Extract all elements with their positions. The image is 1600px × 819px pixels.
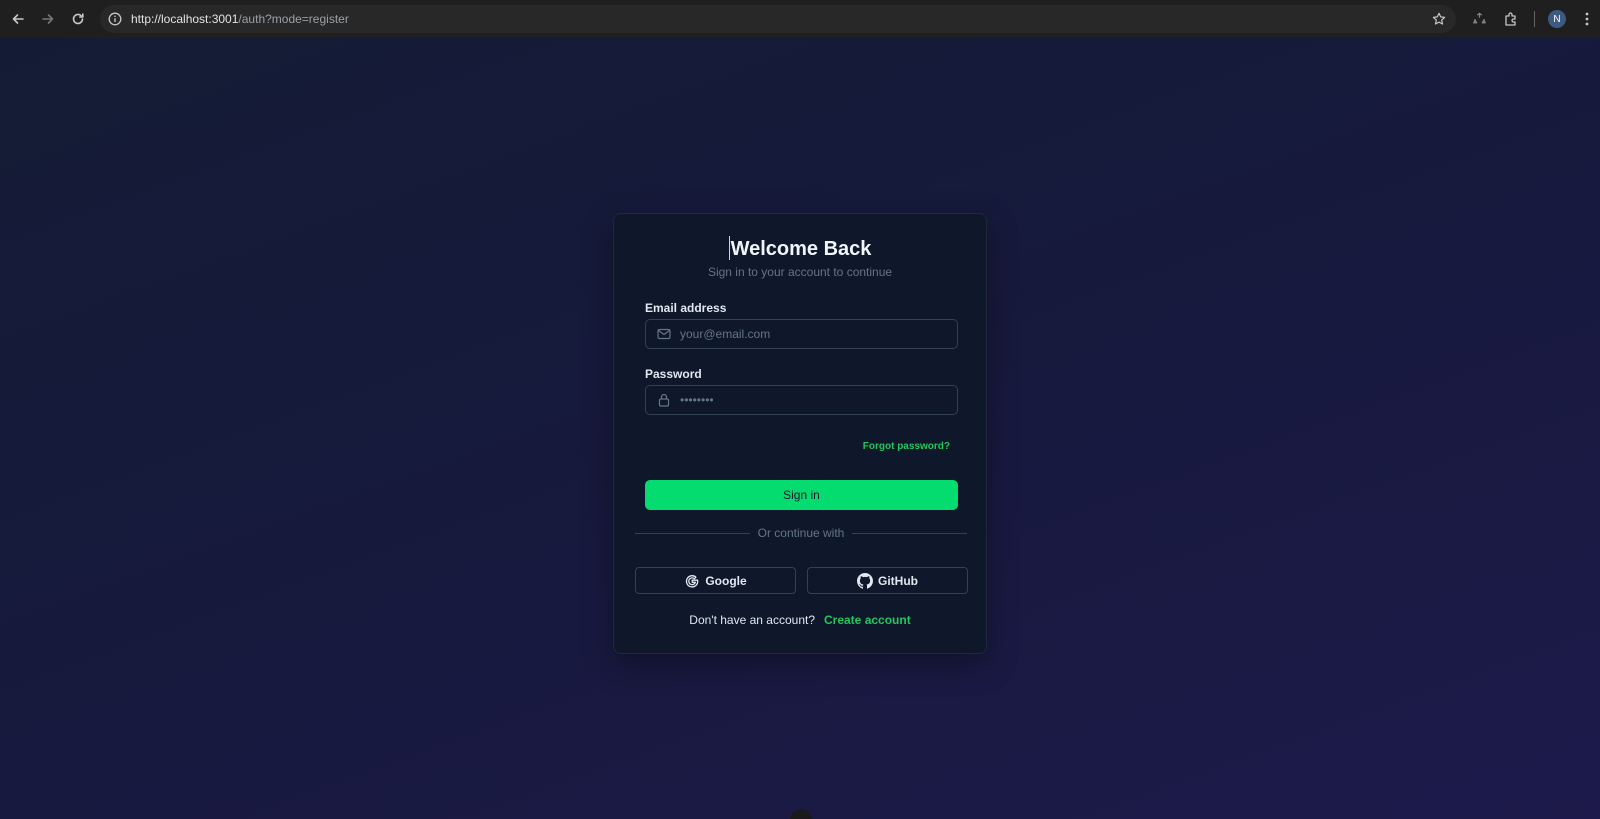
text-caret [728, 236, 730, 260]
browser-toolbar: http://localhost:3001/auth?mode=register… [0, 0, 1600, 38]
signup-prompt: Don't have an account? Create account [614, 613, 986, 627]
toolbar-separator [1534, 11, 1535, 27]
password-field[interactable] [680, 388, 950, 412]
github-label: GitHub [878, 573, 918, 588]
create-account-link[interactable]: Create account [824, 613, 911, 627]
github-icon [857, 572, 873, 589]
password-label: Password [645, 367, 702, 381]
extensions-icon[interactable] [1497, 5, 1525, 33]
github-signin-button[interactable]: GitHub [807, 567, 968, 594]
divider-line-right [852, 532, 967, 534]
password-field-wrapper[interactable] [645, 385, 958, 415]
forward-icon[interactable] [33, 4, 63, 34]
or-divider: Or continue with [635, 525, 967, 541]
login-card: Welcome Back Sign in to your account to … [613, 213, 987, 654]
url-text: http://localhost:3001/auth?mode=register [131, 12, 349, 26]
page-background: Welcome Back Sign in to your account to … [0, 38, 1600, 819]
profile-avatar[interactable]: N [1548, 10, 1566, 28]
kebab-menu-icon[interactable] [1576, 5, 1598, 33]
url-path: /auth?mode=register [238, 12, 349, 26]
reload-icon[interactable] [63, 4, 93, 34]
divider-line-left [635, 532, 750, 534]
lock-icon [656, 392, 672, 408]
email-label: Email address [645, 301, 727, 315]
title-text: Welcome Back [730, 238, 872, 260]
address-bar[interactable]: http://localhost:3001/auth?mode=register [100, 5, 1456, 33]
email-field[interactable] [680, 322, 950, 346]
subtitle: Sign in to your account to continue [707, 265, 893, 279]
google-label: Google [705, 573, 747, 588]
email-field-wrapper[interactable] [645, 319, 958, 349]
url-host: http://localhost:3001 [131, 12, 239, 26]
mail-icon [656, 326, 672, 342]
google-signin-button[interactable]: Google [635, 567, 796, 594]
google-icon [684, 573, 700, 589]
bookmark-star-icon[interactable] [1432, 12, 1446, 31]
no-account-text: Don't have an account? [689, 613, 815, 627]
forgot-password-link[interactable]: Forgot password? [863, 441, 950, 452]
back-icon[interactable] [3, 4, 33, 34]
divider-text: Or continue with [757, 526, 845, 540]
page-title: Welcome Back [614, 236, 986, 261]
sign-in-button[interactable]: Sign in [645, 480, 958, 510]
site-info-icon[interactable] [108, 12, 122, 26]
recycle-icon[interactable] [1465, 5, 1493, 33]
